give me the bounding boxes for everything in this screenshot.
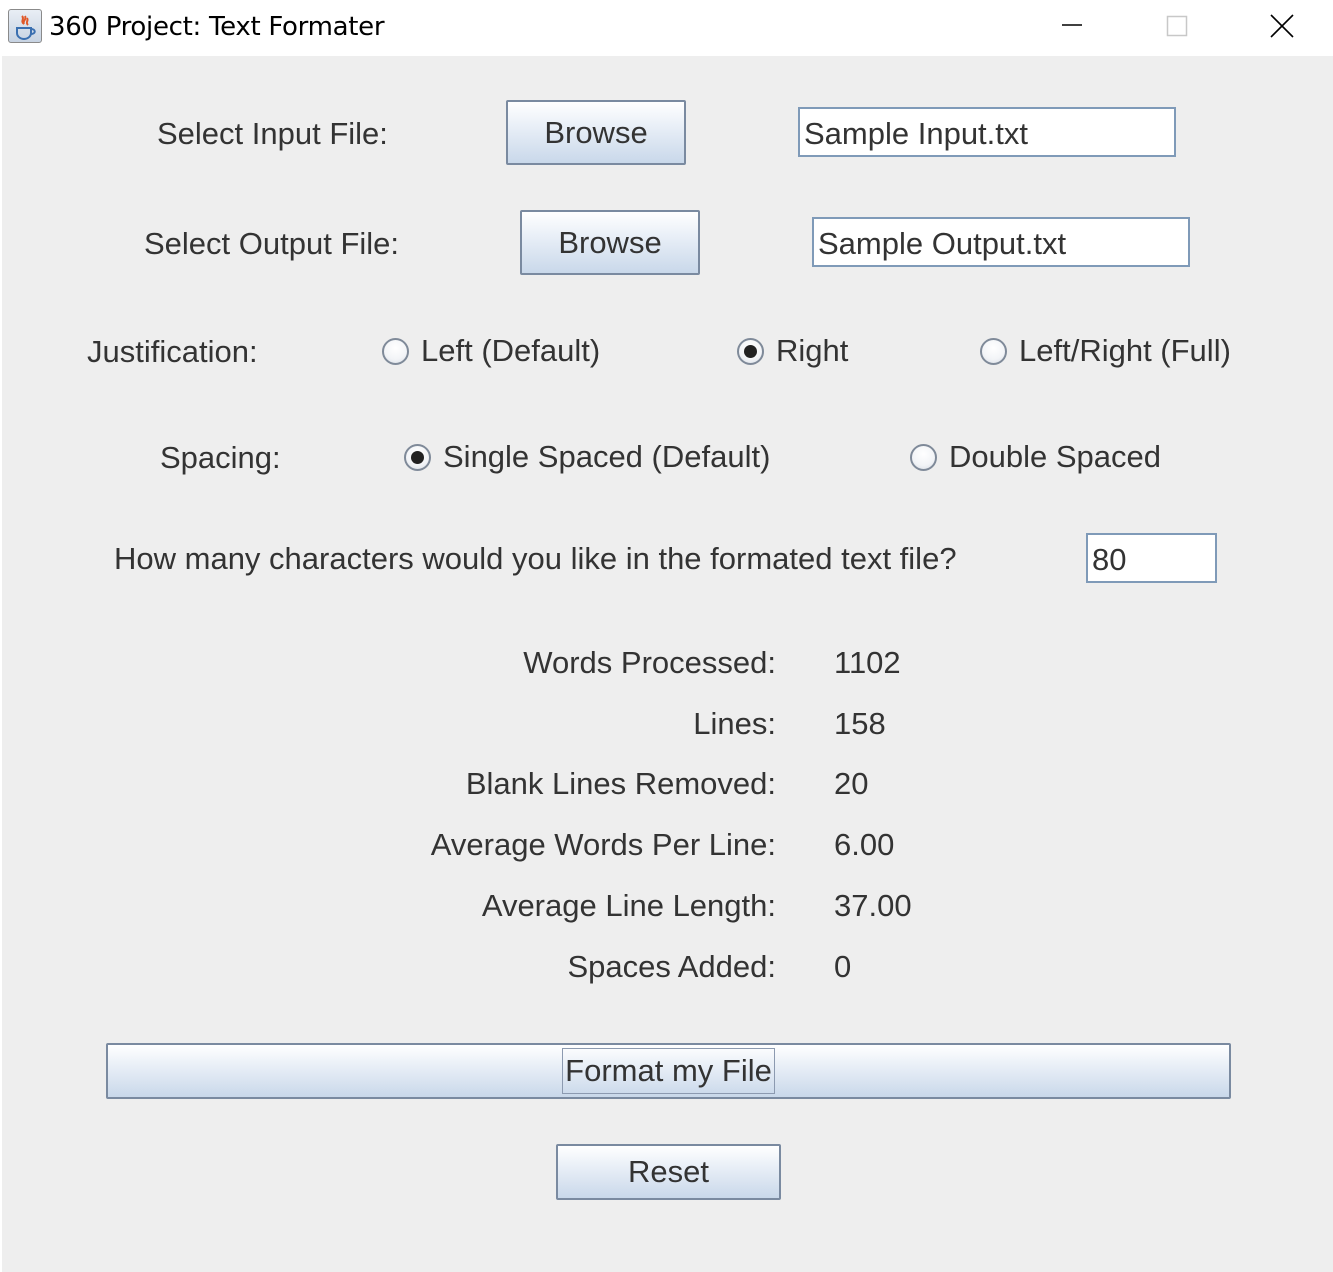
input-file-label: Select Input File:	[157, 116, 388, 151]
justify-full-radio[interactable]: Left/Right (Full)	[980, 333, 1231, 369]
stat-value-average-words-per-line: 6.00	[834, 827, 895, 862]
stat-label-lines: Lines:	[693, 706, 776, 741]
radio-button-icon	[910, 443, 937, 471]
formatter-panel: Select Input File: Browse Sample Input.t…	[2, 56, 1333, 1272]
title-bar: 360 Project: Text Formater	[0, 0, 1333, 55]
output-file-label: Select Output File:	[144, 226, 400, 261]
stat-value-lines: 158	[834, 706, 886, 741]
line-length-question: How many characters would you like in th…	[114, 541, 957, 576]
maximize-button[interactable]	[1127, 0, 1227, 55]
radio-button-icon	[980, 337, 1007, 365]
close-icon	[1270, 14, 1294, 38]
justify-right-label: Right	[776, 333, 849, 368]
browse-output-button[interactable]: Browse	[520, 210, 700, 275]
stat-value-words-processed: 1102	[834, 645, 901, 680]
justify-left-radio[interactable]: Left (Default)	[382, 333, 600, 369]
output-file-field[interactable]: Sample Output.txt	[812, 217, 1190, 267]
format-file-label: Format my File	[562, 1048, 775, 1094]
reset-button[interactable]: Reset	[556, 1144, 781, 1200]
stat-label-average-line-length: Average Line Length:	[481, 888, 776, 923]
double-spaced-label: Double Spaced	[949, 439, 1161, 474]
stat-label-spaces-added: Spaces Added:	[567, 949, 776, 984]
stat-label-average-words-per-line: Average Words Per Line:	[430, 827, 776, 862]
radio-button-icon	[382, 337, 409, 365]
justification-label: Justification:	[87, 334, 258, 369]
stat-label-blank-lines-removed: Blank Lines Removed:	[465, 766, 776, 801]
input-file-field[interactable]: Sample Input.txt	[798, 107, 1176, 157]
radio-button-icon	[737, 337, 764, 365]
stat-value-blank-lines-removed: 20	[834, 766, 869, 801]
window-title: 360 Project: Text Formater	[49, 12, 385, 42]
format-file-button[interactable]: Format my File	[106, 1043, 1231, 1099]
line-length-field[interactable]: 80	[1086, 533, 1217, 583]
browse-input-button[interactable]: Browse	[506, 100, 686, 165]
double-spaced-radio[interactable]: Double Spaced	[910, 439, 1161, 475]
java-icon	[8, 9, 42, 43]
spacing-label: Spacing:	[160, 440, 281, 475]
close-button[interactable]	[1232, 0, 1332, 55]
stat-label-words-processed: Words Processed:	[523, 645, 776, 680]
single-spaced-label: Single Spaced (Default)	[443, 439, 771, 474]
minimize-icon	[1062, 24, 1082, 26]
stat-value-spaces-added: 0	[834, 949, 852, 984]
justify-full-label: Left/Right (Full)	[1019, 333, 1231, 368]
radio-button-icon	[404, 443, 431, 471]
justify-left-label: Left (Default)	[421, 333, 601, 368]
minimize-button[interactable]	[1022, 0, 1122, 55]
stat-value-average-line-length: 37.00	[834, 888, 912, 923]
maximize-icon	[1166, 15, 1188, 37]
single-spaced-radio[interactable]: Single Spaced (Default)	[404, 439, 770, 475]
justify-right-radio[interactable]: Right	[737, 333, 848, 369]
